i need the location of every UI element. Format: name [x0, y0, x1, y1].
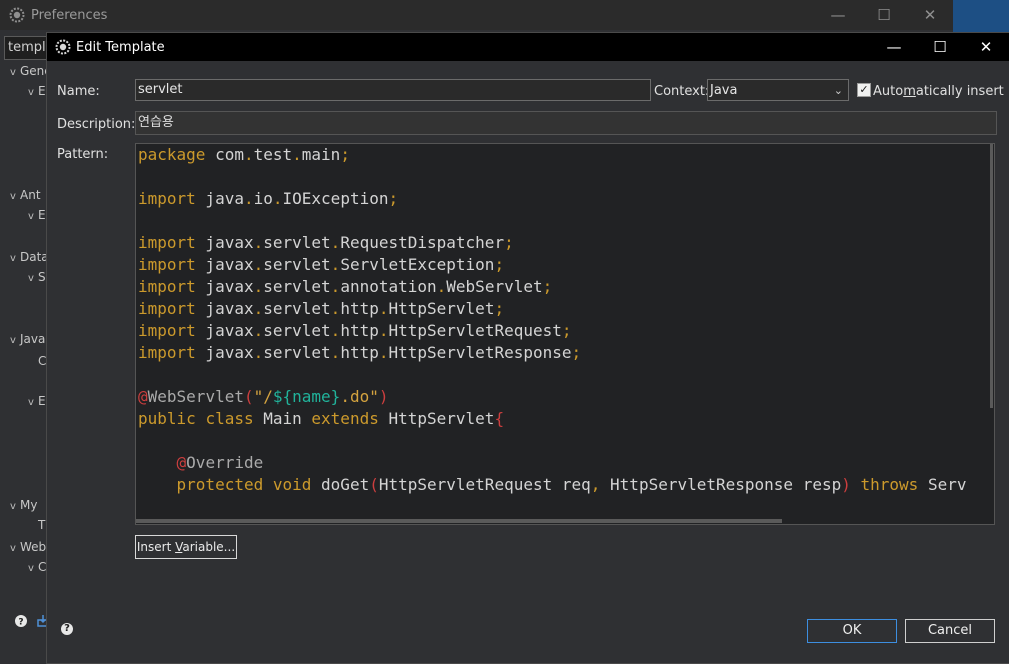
context-value: Java [710, 83, 738, 98]
insert-variable-button[interactable]: Insert Variable... [135, 535, 237, 559]
code-line: public class Main extends HttpServlet{ [138, 409, 505, 428]
cancel-button[interactable]: Cancel [905, 619, 995, 643]
eclipse-gear-icon [55, 39, 71, 55]
svg-text:?: ? [18, 618, 23, 628]
chevron-down-icon: ⌄ [833, 84, 843, 97]
minimize-icon[interactable]: — [871, 38, 917, 56]
code-line: import javax.servlet.ServletException; [138, 255, 505, 274]
preferences-filter-input[interactable]: template [4, 36, 51, 60]
close-icon[interactable]: ✕ [963, 38, 1009, 56]
code-line: import javax.servlet.RequestDispatcher; [138, 233, 514, 252]
tree-item[interactable]: vE [28, 84, 46, 98]
tree-item[interactable]: v Data [10, 250, 49, 264]
code-line: import javax.servlet.http.HttpServletRes… [138, 343, 582, 362]
context-label: Context: [654, 84, 710, 99]
code-line: @WebServlet("/${name}.do") [138, 387, 389, 406]
eclipse-gear-icon [9, 7, 25, 23]
tree-item[interactable]: vE [28, 394, 46, 408]
context-select[interactable]: Java ⌄ [707, 79, 849, 101]
maximize-icon[interactable]: ☐ [861, 6, 907, 24]
name-input[interactable]: servlet [135, 79, 651, 101]
preferences-title: Preferences [31, 7, 108, 23]
description-input[interactable]: 연습용 [135, 111, 997, 135]
tree-item[interactable]: v Java [10, 332, 45, 346]
code-line: protected void doGet(HttpServletRequest … [176, 475, 967, 494]
help-icon[interactable]: ? [61, 623, 73, 635]
horizontal-scrollbar[interactable] [136, 519, 782, 523]
automatically-insert-label[interactable]: Automatically insert [873, 84, 1004, 99]
dialog-titlebar: Edit Template — ☐ ✕ [47, 33, 1009, 61]
maximize-icon[interactable]: ☐ [917, 38, 963, 56]
code-line: import javax.servlet.annotation.WebServl… [138, 277, 553, 296]
dialog-title: Edit Template [76, 39, 165, 55]
help-icon[interactable]: ? [14, 614, 28, 628]
tree-item[interactable]: vC [28, 560, 46, 574]
code-line: import javax.servlet.http.HttpServlet; [138, 299, 505, 318]
ok-button[interactable]: OK [807, 619, 897, 643]
pattern-editor[interactable]: package com.test.main; import java.io.IO… [135, 143, 995, 525]
name-label: Name: [57, 84, 100, 99]
edit-template-dialog: Edit Template — ☐ ✕ Name: servlet Contex… [46, 32, 1009, 664]
tree-item[interactable]: vS [28, 270, 46, 284]
code-line: import java.io.IOException; [138, 189, 399, 208]
tree-item[interactable]: v Ant [10, 188, 41, 202]
pattern-code[interactable]: package com.test.main; import java.io.IO… [138, 144, 966, 496]
pattern-label: Pattern: [57, 147, 109, 162]
code-line: import javax.servlet.http.HttpServletReq… [138, 321, 572, 340]
code-line: @Override [176, 453, 264, 472]
tree-item[interactable]: T [28, 518, 45, 532]
tree-item[interactable]: v My [10, 498, 37, 512]
vertical-scrollbar[interactable] [990, 144, 993, 408]
preferences-footer-icons: ? [14, 614, 50, 632]
tree-item[interactable]: vE [28, 208, 46, 222]
close-icon[interactable]: ✕ [907, 6, 953, 24]
automatically-insert-checkbox[interactable]: ✓ [857, 83, 871, 97]
description-label: Description: [57, 117, 136, 132]
tree-item[interactable]: v Web [10, 540, 46, 554]
preferences-titlebar: Preferences — ☐ ✕ [0, 0, 953, 30]
tree-item[interactable]: C [28, 354, 46, 368]
minimize-icon[interactable]: — [815, 6, 861, 24]
code-line: package com.test.main; [138, 145, 350, 164]
